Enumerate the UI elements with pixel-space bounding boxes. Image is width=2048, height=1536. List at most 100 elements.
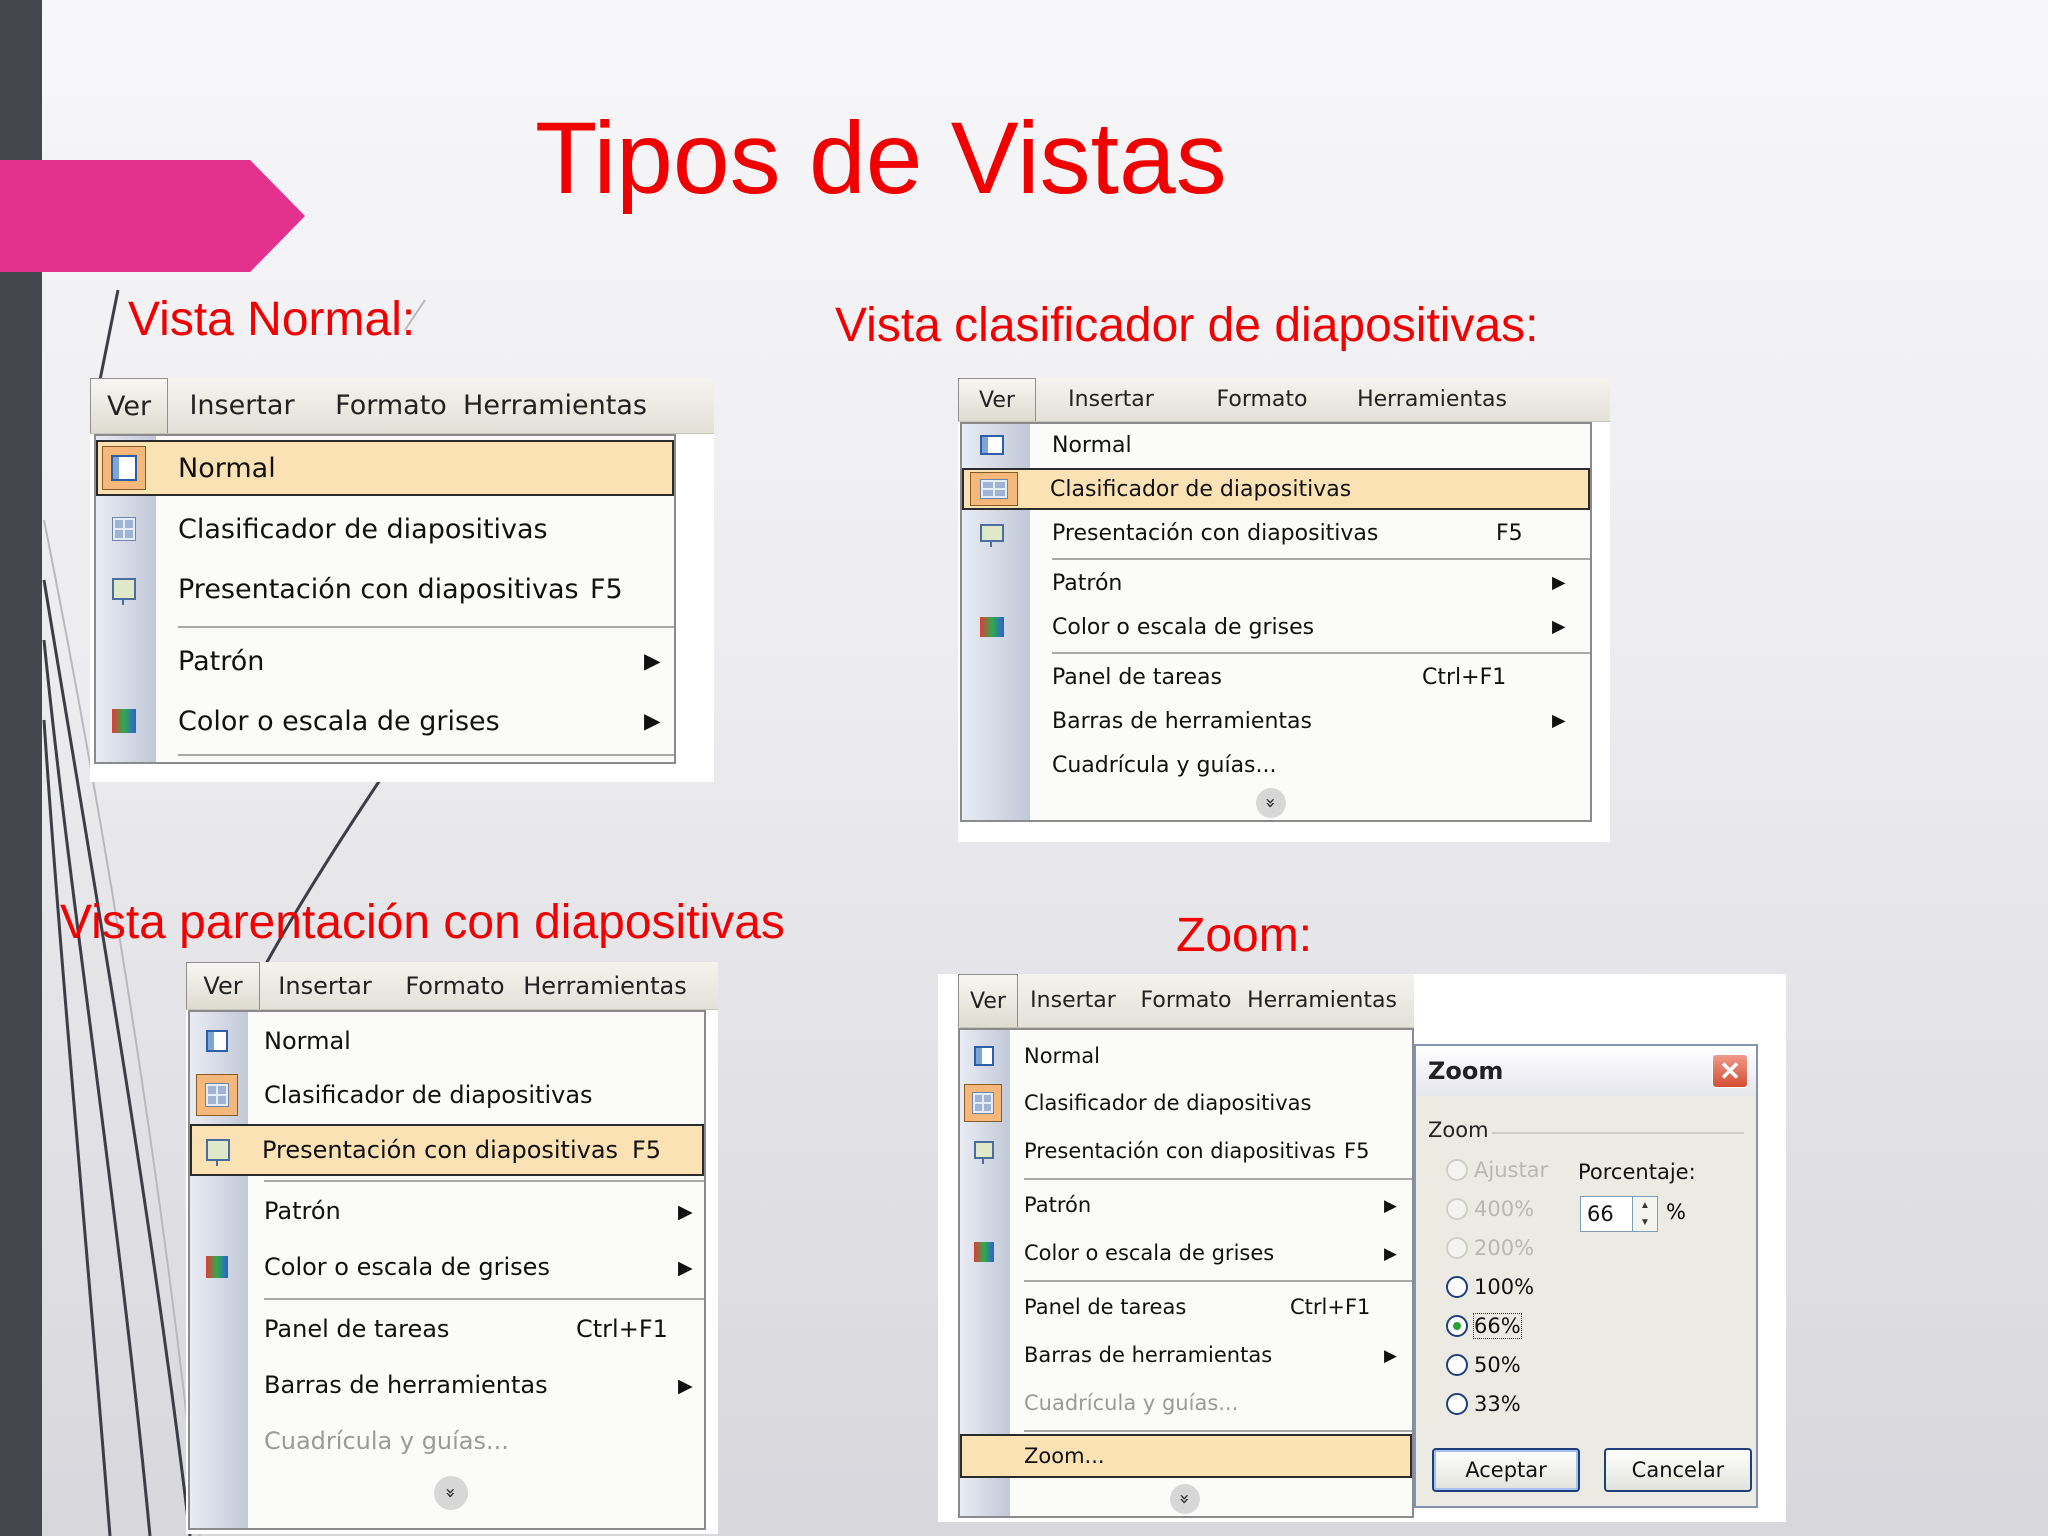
radio-66[interactable]: 66% <box>1446 1313 1522 1339</box>
normal-view-icon <box>102 446 146 490</box>
shortcut-label: Ctrl+F1 <box>1290 1295 1371 1319</box>
menu-item-clasificador[interactable]: Clasificador de diapositivas <box>96 500 674 558</box>
menu-item-label: Presentación con diapositivas <box>178 573 579 605</box>
shortcut-label: F5 <box>1344 1139 1370 1163</box>
menu-formato[interactable]: Formato <box>1186 378 1338 421</box>
radio-button-icon <box>1446 1276 1468 1298</box>
menu-item-patron[interactable]: Patrón ▶ <box>962 562 1590 604</box>
menu-item-normal[interactable]: Normal <box>960 1034 1412 1078</box>
menu-item-normal[interactable]: Normal <box>962 424 1590 466</box>
menu-herramientas[interactable]: Herramientas <box>463 378 647 433</box>
menu-ver[interactable]: Ver <box>958 378 1036 421</box>
normal-view-icon <box>972 428 1012 462</box>
menu-item-presentacion[interactable]: Presentación con diapositivas F5 <box>190 1124 704 1176</box>
expand-menu-icon[interactable]: » <box>1170 1484 1200 1514</box>
menu-item-presentacion[interactable]: Presentación con diapositivas F5 <box>962 512 1590 554</box>
group-divider <box>1492 1132 1744 1134</box>
expand-menu-icon[interactable]: » <box>434 1476 468 1510</box>
menu-insertar[interactable]: Insertar <box>1036 378 1186 421</box>
shortcut-label: Ctrl+F1 <box>576 1315 668 1343</box>
menu-herramientas[interactable]: Herramientas <box>520 962 690 1009</box>
menu-item-color[interactable]: Color o escala de grises ▶ <box>96 692 674 750</box>
dialog-titlebar: Zoom ✕ <box>1416 1046 1756 1096</box>
menu-item-cuadricula: Cuadrícula y guías... <box>190 1414 704 1468</box>
menu-formato[interactable]: Formato <box>1128 974 1244 1027</box>
screenshot-vista-normal: Ver Insertar Formato Herramientas Normal… <box>90 378 714 782</box>
accept-button[interactable]: Aceptar <box>1432 1448 1580 1492</box>
cancel-button[interactable]: Cancelar <box>1604 1448 1752 1492</box>
menu-insertar[interactable]: Insertar <box>168 378 316 433</box>
menu-insertar[interactable]: Insertar <box>260 962 390 1009</box>
menu-item-zoom[interactable]: Zoom... <box>960 1434 1412 1478</box>
expand-menu-icon[interactable]: » <box>1256 788 1286 818</box>
slide-sorter-icon <box>970 472 1018 506</box>
percentage-spinner[interactable]: ▲ ▼ <box>1632 1196 1658 1232</box>
submenu-arrow-icon: ▶ <box>678 1199 693 1223</box>
menu-item-clasificador[interactable]: Clasificador de diapositivas <box>962 468 1590 510</box>
menu-herramientas[interactable]: Herramientas <box>1244 974 1400 1027</box>
menu-bar: Ver Insertar Formato Herramientas <box>90 378 714 434</box>
menu-item-patron[interactable]: Patrón ▶ <box>96 632 674 690</box>
menu-ver[interactable]: Ver <box>186 962 260 1009</box>
menu-item-label: Presentación con diapositivas <box>1052 520 1379 546</box>
menu-item-patron[interactable]: Patrón ▶ <box>960 1182 1412 1228</box>
menu-item-clasificador[interactable]: Clasificador de diapositivas <box>960 1080 1412 1126</box>
submenu-arrow-icon: ▶ <box>1552 711 1566 731</box>
submenu-arrow-icon: ▶ <box>678 1373 693 1397</box>
menu-formato[interactable]: Formato <box>316 378 466 433</box>
radio-button-checked-icon <box>1446 1315 1468 1337</box>
menu-separator <box>264 1298 704 1300</box>
menu-separator <box>1024 1280 1412 1282</box>
submenu-arrow-icon: ▶ <box>678 1255 693 1279</box>
menu-item-barras[interactable]: Barras de herramientas ▶ <box>190 1358 704 1412</box>
spin-up-icon[interactable]: ▲ <box>1640 1200 1650 1211</box>
radio-button-icon <box>1446 1159 1468 1181</box>
caption-zoom: Zoom: <box>1176 909 1313 962</box>
radio-50[interactable]: 50% <box>1446 1353 1521 1377</box>
spin-down-icon[interactable]: ▼ <box>1640 1217 1650 1228</box>
menu-ver[interactable]: Ver <box>958 974 1018 1027</box>
radio-33[interactable]: 33% <box>1446 1392 1521 1416</box>
menu-item-cuadricula[interactable]: Cuadrícula y guías... <box>962 744 1590 786</box>
radio-label: 50% <box>1474 1353 1521 1377</box>
caption-vista-clasificador: Vista clasificador de diapositivas: <box>835 299 1539 352</box>
menu-item-patron[interactable]: Patrón ▶ <box>190 1184 704 1238</box>
menu-item-label: Cuadrícula y guías... <box>264 1427 509 1455</box>
menu-item-presentacion[interactable]: Presentación con diapositivas F5 <box>960 1128 1412 1174</box>
menu-item-label: Normal <box>1024 1044 1100 1068</box>
menu-item-label: Barras de herramientas <box>1052 708 1312 734</box>
menu-item-panel-tareas[interactable]: Panel de tareas Ctrl+F1 <box>960 1284 1412 1330</box>
radio-label: Ajustar <box>1474 1158 1549 1182</box>
menu-item-color[interactable]: Color o escala de grises ▶ <box>960 1230 1412 1276</box>
slideshow-icon <box>972 516 1012 550</box>
normal-view-icon <box>198 1022 236 1060</box>
menu-item-barras[interactable]: Barras de herramientas ▶ <box>962 700 1590 742</box>
menu-item-panel-tareas[interactable]: Panel de tareas Ctrl+F1 <box>190 1302 704 1356</box>
dialog-title: Zoom <box>1428 1057 1504 1085</box>
menu-item-label: Clasificador de diapositivas <box>178 513 548 545</box>
menu-item-color[interactable]: Color o escala de grises ▶ <box>962 606 1590 648</box>
menu-item-barras[interactable]: Barras de herramientas ▶ <box>960 1332 1412 1378</box>
menu-insertar[interactable]: Insertar <box>1018 974 1128 1027</box>
menu-separator <box>1052 652 1590 654</box>
screenshot-vista-presentacion: Ver Insertar Formato Herramientas Normal… <box>186 962 718 1534</box>
menu-bar: Ver Insertar Formato Herramientas <box>958 974 1414 1028</box>
menu-item-panel-tareas[interactable]: Panel de tareas Ctrl+F1 <box>962 656 1590 698</box>
close-icon[interactable]: ✕ <box>1712 1054 1748 1088</box>
menu-herramientas[interactable]: Herramientas <box>1338 378 1526 421</box>
menu-item-normal[interactable]: Normal <box>190 1016 704 1066</box>
submenu-arrow-icon: ▶ <box>1552 617 1566 637</box>
menu-item-clasificador[interactable]: Clasificador de diapositivas <box>190 1070 704 1120</box>
submenu-arrow-icon: ▶ <box>1384 1345 1397 1365</box>
menu-formato[interactable]: Formato <box>390 962 520 1009</box>
radio-button-icon <box>1446 1237 1468 1259</box>
menu-item-presentacion[interactable]: Presentación con diapositivas F5 <box>96 560 674 618</box>
menu-ver[interactable]: Ver <box>90 378 168 433</box>
menu-item-label: Color o escala de grises <box>178 705 500 737</box>
menu-item-label: Barras de herramientas <box>264 1371 548 1399</box>
menu-item-normal[interactable]: Normal <box>96 440 674 496</box>
shortcut-label: Ctrl+F1 <box>1422 664 1507 690</box>
menu-bar: Ver Insertar Formato Herramientas <box>186 962 718 1010</box>
menu-item-color[interactable]: Color o escala de grises ▶ <box>190 1240 704 1294</box>
radio-100[interactable]: 100% <box>1446 1275 1534 1299</box>
